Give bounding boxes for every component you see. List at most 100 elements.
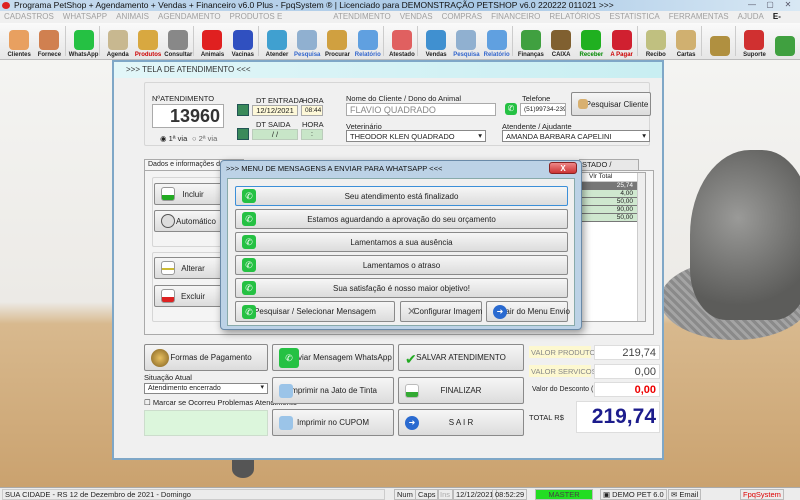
menu-item[interactable]: FINANCEIRO [491,11,540,23]
toolbar-button[interactable]: Receber [576,23,606,60]
toolbar-button[interactable]: Pesquisa [292,23,322,60]
toolbar-button[interactable]: A Pagar [607,23,637,60]
finalizar-button[interactable]: FINALIZAR [398,377,524,404]
toolbar-icon [73,30,94,50]
toolbar-button[interactable]: Suporte [739,23,769,60]
window-title: Programa PetShop + Agendamento + Vendas … [14,0,614,10]
grid-row[interactable]: 90,00 [575,206,645,214]
message-button[interactable]: ✆ Lamentamos o atraso [235,255,568,275]
sair-menu-envio-button[interactable]: ➜ Sair do Menu Envio [486,301,570,322]
toolbar-label: CAIXA [551,52,571,58]
whatsapp-icon[interactable]: ✆ [505,103,517,115]
toolbar-button[interactable]: CAIXA [546,23,576,60]
situacao-select[interactable]: Atendimento encerrado [144,383,268,394]
toolbar-button[interactable]: Vacinas [228,23,258,60]
grid-row[interactable]: 50,00 [575,214,645,222]
menu-item[interactable]: AJUDA [738,11,764,23]
calendar-icon[interactable] [237,104,249,116]
telefone-field[interactable]: (51)99734-2390 [520,103,566,116]
maximize-button[interactable]: ▢ [762,0,778,10]
sair-button[interactable]: ➜ S A I R [398,409,524,436]
via2-radio[interactable]: ○ 2ª via [192,134,217,143]
toolbar-button[interactable]: Atender [262,23,292,60]
add-icon [161,187,175,201]
toolbar-button[interactable]: Animais [197,23,227,60]
status-ins: Ins [437,489,454,500]
message-button[interactable]: ✆ Sua satisfação é nosso maior objetivo! [235,278,568,298]
tab-estado-outros[interactable]: STADO / OUTROS [579,159,639,179]
excluir-button[interactable]: Excluir [154,285,224,307]
vet-select[interactable]: THEODOR KLEN QUADRADO [346,130,486,142]
toolbar-button[interactable]: Produtos [133,23,163,60]
menu-item[interactable]: ESTATISTICA [609,11,659,23]
status-brand: FpqSystem [740,489,784,500]
pesquisar-mensagem-button[interactable]: ✆ Pesquisar / Selecionar Mensagem [235,301,395,322]
whatsapp-icon: ✆ [242,258,256,272]
toolbar-icon [266,30,287,50]
toolbar-button[interactable]: Recibo [641,23,671,60]
hora-saida-field[interactable]: : [301,129,323,140]
menu-item[interactable]: COMPRAS [442,11,482,23]
configurar-imagem-label: Configurar Imagem [413,307,483,316]
toolbar-button[interactable]: Pesquisa [451,23,481,60]
automatico-button[interactable]: Automático [154,210,224,232]
grid-scrollbar[interactable] [637,173,645,321]
toolbar-button[interactable]: Consultar [163,23,193,60]
toolbar-button[interactable]: Agenda [103,23,133,60]
via1-radio[interactable]: ◉ 1ª via [160,134,187,143]
grid-row[interactable]: 50,00 [575,198,645,206]
num-field[interactable]: 13960 [152,104,224,128]
menu-item[interactable]: PRODUTOS E SERVIÇOS [230,11,325,33]
incluir-button[interactable]: Incluir [154,183,224,205]
toolbar-button[interactable]: Finanças [516,23,546,60]
menu-item-email[interactable]: E-MAIL [773,11,800,33]
toolbar-button[interactable]: Vendas [421,23,451,60]
grid-row[interactable]: 4,00 [575,190,645,198]
configurar-imagem-button[interactable]: ✕ Configurar Imagem [400,301,482,322]
pesquisar-cliente-button[interactable]: Pesquisar Cliente [571,92,651,116]
dt-saida-field[interactable]: / / [252,129,298,140]
enviar-whatsapp-button[interactable]: ✆ Enviar Mensagem WhatsApp [272,344,394,371]
toolbar-button[interactable]: WhatsApp [68,23,98,60]
imprimir-jato-button[interactable]: Imprimir na Jato de Tinta [272,377,394,404]
toolbar-button[interactable]: Relatório [353,23,383,60]
menu-item[interactable]: WHATSAPP [63,11,107,23]
message-button[interactable]: ✆ Seu atendimento está finalizado [235,186,568,206]
menu-item[interactable]: ATENDIMENTO [333,11,390,23]
menu-item[interactable]: CADASTROS [4,11,54,23]
toolbar-button[interactable]: Fornece [34,23,64,60]
menu-item[interactable]: RELATÓRIOS [549,11,600,23]
notes-area[interactable] [144,410,268,436]
message-button[interactable]: ✆ Estamos aguardando a aprovação do seu o… [235,209,568,229]
imprimir-cupom-button[interactable]: Imprimir no CUPOM [272,409,394,436]
dialog-close-button[interactable]: X [549,162,577,174]
toolbar-button[interactable]: Cartas [671,23,701,60]
salvar-button[interactable]: ✔ SALVAR ATENDIMENTO [398,344,524,371]
toolbar-button[interactable]: Procurar [322,23,352,60]
dt-entrada-field[interactable]: 12/12/2021 [252,105,298,116]
alterar-button[interactable]: Alterar [154,257,224,279]
atendente-select[interactable]: AMANDA BARBARA CAPELINI [502,130,650,142]
hora-entrada-field[interactable]: 08:44 [301,105,323,116]
message-button[interactable]: ✆ Lamentamos a sua ausência [235,232,568,252]
items-grid[interactable]: Vlr Total 25,74 4,00 50,00 90,00 50,00 [574,172,646,322]
toolbar-button[interactable]: Clientes [4,23,34,60]
close-button[interactable]: ✕ [780,0,796,10]
menu-item[interactable]: VENDAS [400,11,433,23]
formas-pagamento-button[interactable]: Formas de Pagamento [144,344,268,371]
toolbar-button[interactable] [705,23,735,60]
toolbar-button[interactable]: Relatório [482,23,512,60]
minimize-button[interactable]: — [744,0,760,10]
desconto-field[interactable]: 0,00 [594,382,660,397]
menu-item[interactable]: ANIMAIS [116,11,149,23]
menu-item[interactable]: AGENDAMENTO [158,11,221,23]
menu-item[interactable]: FERRAMENTAS [669,11,729,23]
toolbar-button[interactable] [770,23,800,60]
status-email[interactable]: ✉ Email [668,489,702,500]
calendar-icon[interactable] [237,128,249,140]
grid-row[interactable]: 25,74 [575,182,645,190]
whatsapp-icon: ✆ [242,304,256,319]
toolbar-button[interactable]: Atestado [387,23,417,60]
cliente-field[interactable]: FLAVIO QUADRADO [346,103,496,116]
toolbar-icon [168,30,189,50]
